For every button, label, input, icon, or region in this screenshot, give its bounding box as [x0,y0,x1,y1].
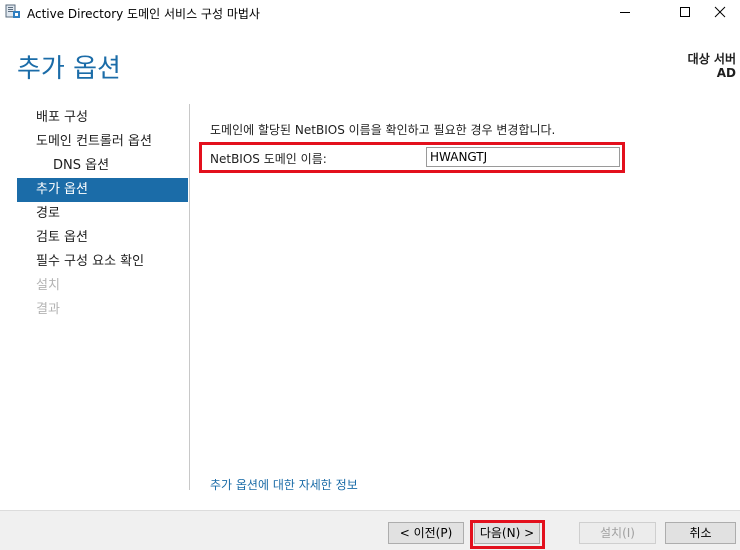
nav-divider [189,104,190,490]
nav-item-deployment-config[interactable]: 배포 구성 [17,106,188,130]
page-title: 추가 옵션 [17,54,121,84]
nav-item-dc-options[interactable]: 도메인 컨트롤러 옵션 [17,130,188,154]
minimize-icon [620,12,630,13]
next-highlight-box [470,520,545,549]
window-title: Active Directory 도메인 서비스 구성 마법사 [27,7,260,21]
nav-item-additional-options[interactable]: 추가 옵션 [17,178,188,202]
nav-item-review-options[interactable]: 검토 옵션 [17,226,188,250]
nav-item-prerequisites-check[interactable]: 필수 구성 요소 확인 [17,250,188,274]
title-bar: Active Directory 도메인 서비스 구성 마법사 [0,0,740,24]
maximize-button[interactable] [662,0,708,24]
server-app-icon [5,4,21,19]
previous-button[interactable]: < 이전(P) [388,522,464,544]
install-button: 설치(I) [579,522,656,544]
target-server-value: AD [716,66,736,80]
close-button[interactable] [706,0,740,24]
target-server-label: 대상 서버 [687,52,736,66]
netbios-description: 도메인에 할당된 NetBIOS 이름을 확인하고 필요한 경우 변경합니다. [210,123,556,137]
minimize-button[interactable] [602,0,648,24]
netbios-highlight-box [199,142,625,173]
close-icon [714,6,726,18]
nav-item-results: 결과 [36,302,60,317]
maximize-icon [680,7,690,17]
nav-item-paths[interactable]: 경로 [17,202,188,226]
more-info-link[interactable]: 추가 옵션에 대한 자세한 정보 [210,476,358,493]
nav-item-installation: 설치 [36,278,60,293]
nav-item-dns-options[interactable]: DNS 옵션 [17,154,188,178]
cancel-button[interactable]: 취소 [665,522,736,544]
